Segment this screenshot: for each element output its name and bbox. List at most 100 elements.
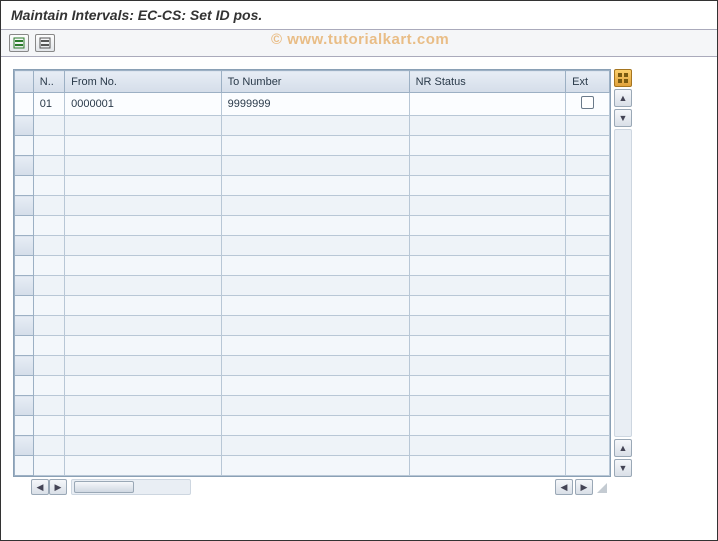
horizontal-scroll-track[interactable] (71, 479, 191, 495)
row-handle[interactable] (15, 336, 34, 356)
cell-no[interactable] (33, 436, 64, 456)
row-handle[interactable] (15, 276, 34, 296)
delete-line-button[interactable] (35, 34, 55, 52)
cell-from-no[interactable] (65, 356, 222, 376)
cell-from-no[interactable] (65, 416, 222, 436)
cell-ext[interactable] (566, 396, 610, 416)
cell-nr-status[interactable] (409, 156, 566, 176)
row-handle[interactable] (15, 236, 34, 256)
header-select-all[interactable] (15, 71, 34, 93)
cell-no[interactable] (33, 216, 64, 236)
row-handle[interactable] (15, 356, 34, 376)
cell-ext[interactable] (566, 93, 610, 116)
cell-ext[interactable] (566, 356, 610, 376)
cell-ext[interactable] (566, 276, 610, 296)
cell-to-number[interactable] (221, 376, 409, 396)
cell-from-no[interactable] (65, 436, 222, 456)
cell-from-no[interactable] (65, 236, 222, 256)
cell-to-number[interactable] (221, 396, 409, 416)
cell-to-number[interactable] (221, 176, 409, 196)
cell-ext[interactable] (566, 256, 610, 276)
scroll-right-button[interactable]: ▶ (575, 479, 593, 495)
cell-from-no[interactable] (65, 116, 222, 136)
cell-to-number[interactable]: 9999999 (221, 93, 409, 116)
cell-to-number[interactable] (221, 256, 409, 276)
cell-nr-status[interactable] (409, 196, 566, 216)
cell-nr-status[interactable] (409, 296, 566, 316)
row-handle[interactable] (15, 136, 34, 156)
cell-to-number[interactable] (221, 196, 409, 216)
cell-from-no[interactable] (65, 176, 222, 196)
row-handle[interactable] (15, 316, 34, 336)
cell-ext[interactable] (566, 116, 610, 136)
col-header-ext[interactable]: Ext (566, 71, 610, 93)
cell-no[interactable] (33, 276, 64, 296)
cell-no[interactable] (33, 316, 64, 336)
col-header-from[interactable]: From No. (65, 71, 222, 93)
configure-columns-button[interactable] (614, 69, 632, 87)
scroll-left-end-button[interactable]: ◀ (555, 479, 573, 495)
cell-ext[interactable] (566, 156, 610, 176)
scroll-down-button[interactable]: ▼ (614, 109, 632, 127)
scroll-right-near-button[interactable]: ▶ (49, 479, 67, 495)
row-handle[interactable] (15, 376, 34, 396)
cell-to-number[interactable] (221, 456, 409, 476)
ext-checkbox[interactable] (581, 96, 594, 109)
cell-nr-status[interactable] (409, 436, 566, 456)
cell-nr-status[interactable] (409, 376, 566, 396)
row-handle[interactable] (15, 116, 34, 136)
row-handle[interactable] (15, 256, 34, 276)
cell-to-number[interactable] (221, 116, 409, 136)
horizontal-scroll-thumb[interactable] (74, 481, 134, 493)
cell-nr-status[interactable] (409, 316, 566, 336)
cell-no[interactable] (33, 156, 64, 176)
scroll-up-end-button[interactable]: ▲ (614, 439, 632, 457)
cell-nr-status[interactable] (409, 216, 566, 236)
row-handle[interactable] (15, 93, 34, 116)
cell-from-no[interactable] (65, 316, 222, 336)
cell-ext[interactable] (566, 176, 610, 196)
cell-nr-status[interactable] (409, 116, 566, 136)
cell-from-no[interactable] (65, 396, 222, 416)
scroll-down-end-button[interactable]: ▼ (614, 459, 632, 477)
cell-nr-status[interactable] (409, 136, 566, 156)
cell-from-no[interactable] (65, 336, 222, 356)
insert-line-button[interactable] (9, 34, 29, 52)
scroll-left-button[interactable]: ◀ (31, 479, 49, 495)
cell-nr-status[interactable] (409, 356, 566, 376)
cell-to-number[interactable] (221, 156, 409, 176)
cell-from-no[interactable] (65, 256, 222, 276)
cell-to-number[interactable] (221, 136, 409, 156)
cell-nr-status[interactable] (409, 176, 566, 196)
cell-nr-status[interactable] (409, 416, 566, 436)
cell-to-number[interactable] (221, 316, 409, 336)
cell-to-number[interactable] (221, 216, 409, 236)
cell-nr-status[interactable] (409, 236, 566, 256)
row-handle[interactable] (15, 216, 34, 236)
cell-ext[interactable] (566, 376, 610, 396)
cell-to-number[interactable] (221, 336, 409, 356)
row-handle[interactable] (15, 296, 34, 316)
cell-no[interactable] (33, 116, 64, 136)
cell-nr-status[interactable] (409, 336, 566, 356)
cell-nr-status[interactable] (409, 256, 566, 276)
cell-to-number[interactable] (221, 356, 409, 376)
cell-ext[interactable] (566, 216, 610, 236)
cell-no[interactable]: 01 (33, 93, 64, 116)
row-handle[interactable] (15, 196, 34, 216)
row-handle[interactable] (15, 456, 34, 476)
cell-ext[interactable] (566, 456, 610, 476)
cell-no[interactable] (33, 256, 64, 276)
cell-nr-status[interactable] (409, 396, 566, 416)
col-header-no[interactable]: N.. (33, 71, 64, 93)
cell-nr-status[interactable] (409, 276, 566, 296)
cell-ext[interactable] (566, 136, 610, 156)
col-header-nrstatus[interactable]: NR Status (409, 71, 566, 93)
cell-from-no[interactable] (65, 196, 222, 216)
cell-to-number[interactable] (221, 436, 409, 456)
cell-ext[interactable] (566, 336, 610, 356)
cell-no[interactable] (33, 416, 64, 436)
cell-ext[interactable] (566, 236, 610, 256)
cell-from-no[interactable] (65, 216, 222, 236)
cell-to-number[interactable] (221, 416, 409, 436)
